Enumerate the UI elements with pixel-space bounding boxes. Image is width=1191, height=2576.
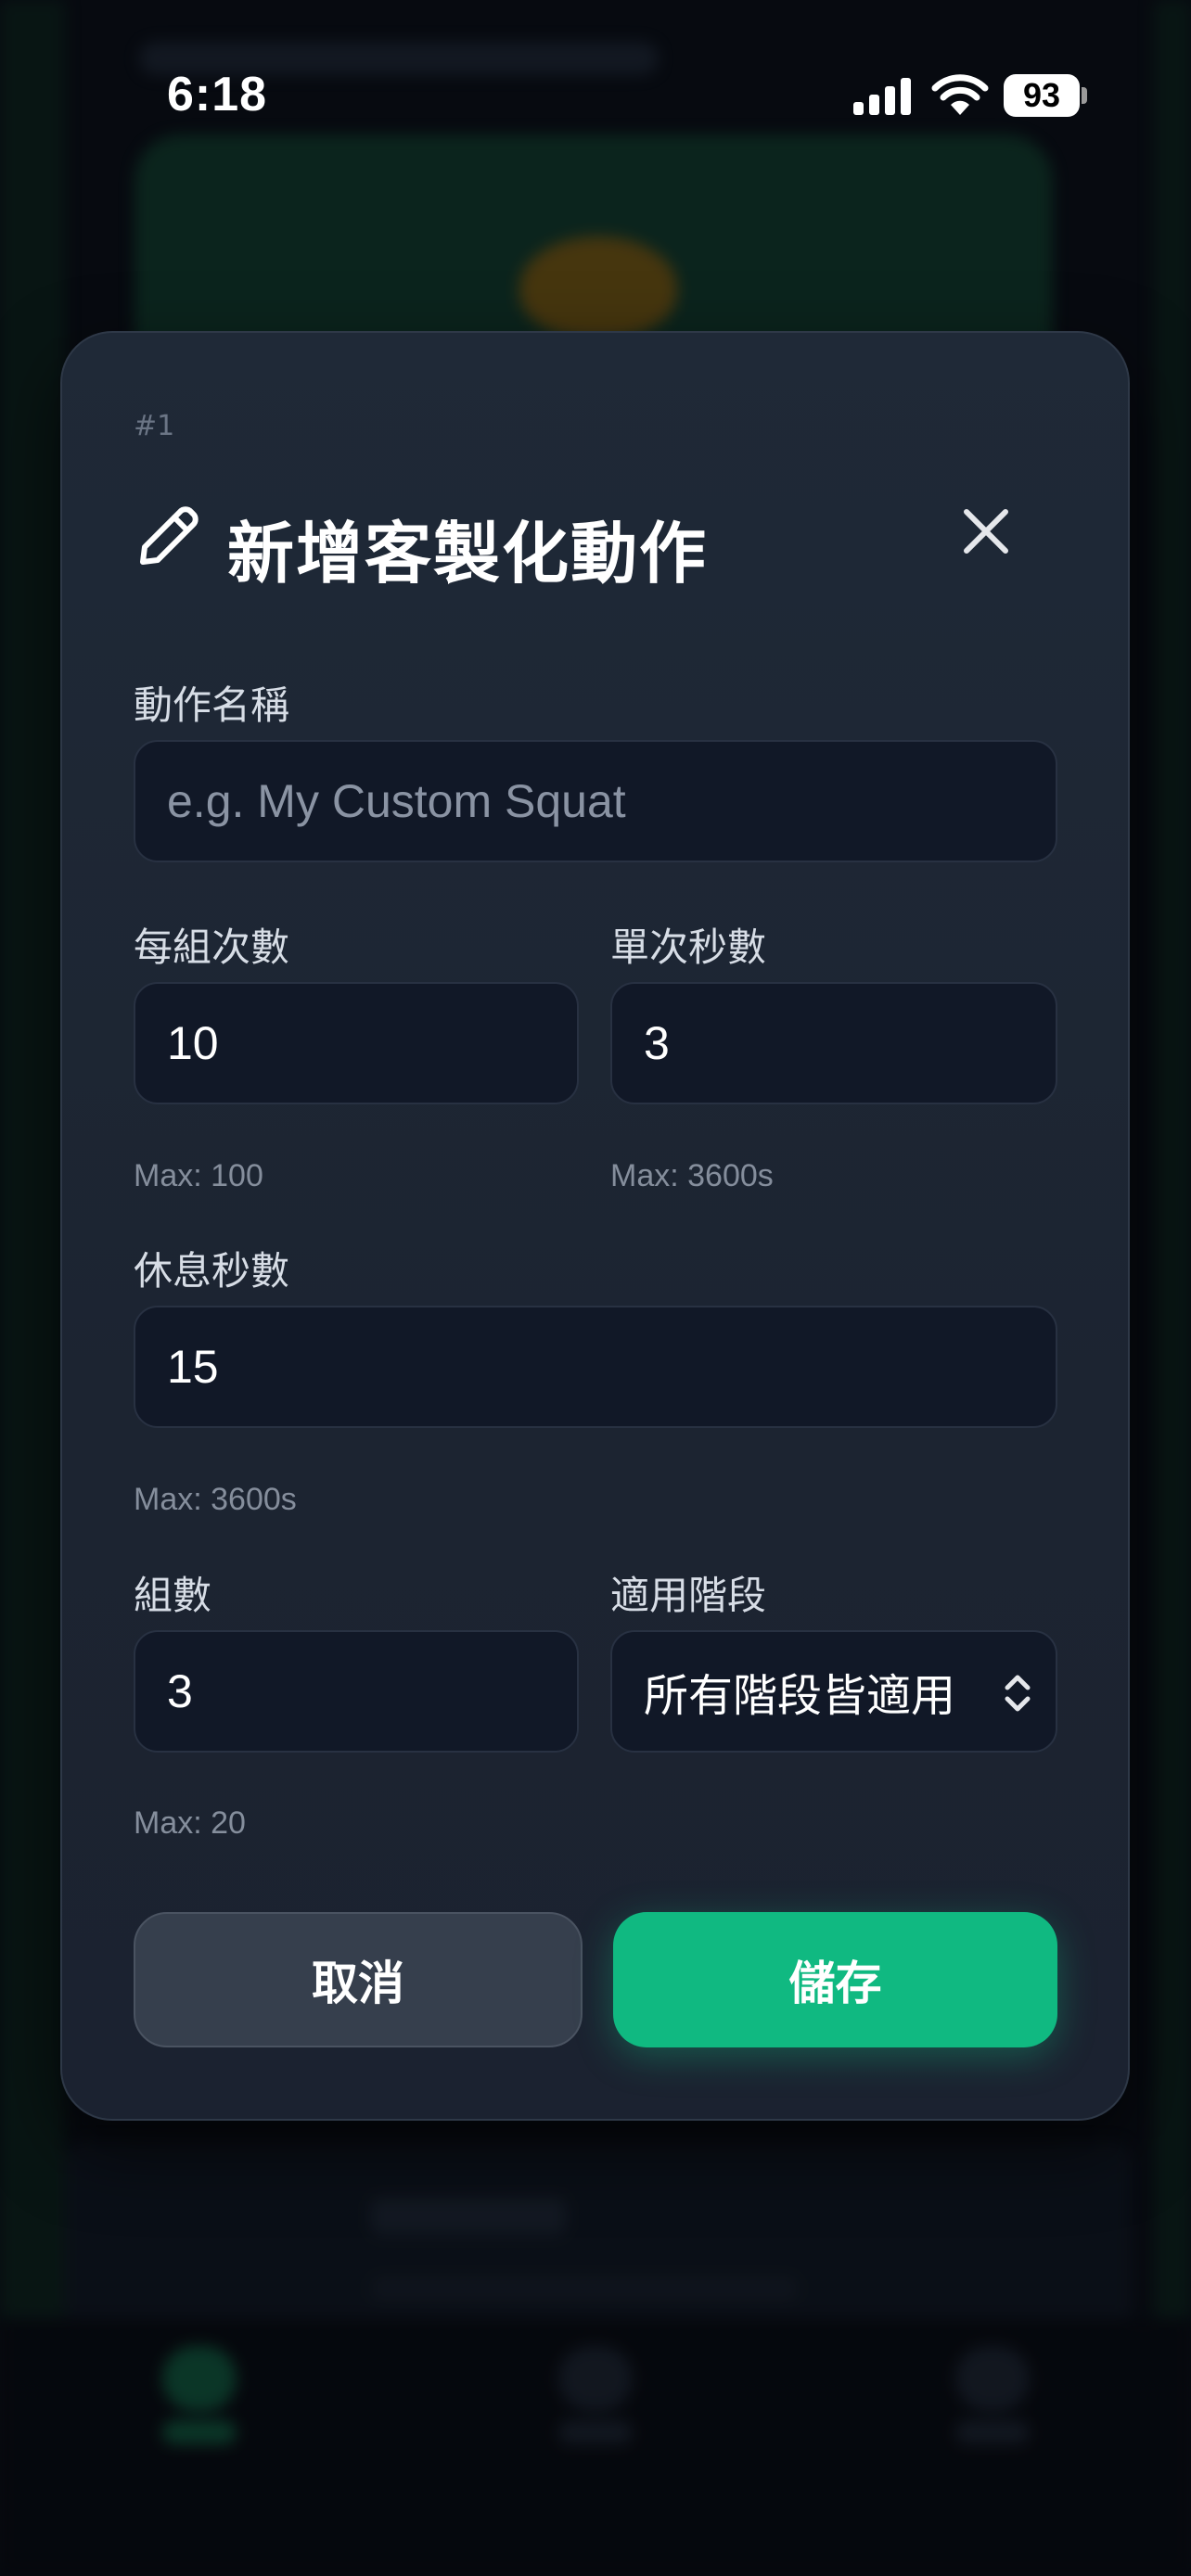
tab-middle-label — [558, 2420, 633, 2444]
battery-icon: 93 — [1004, 74, 1080, 117]
exercise-name-input[interactable]: e.g. My Custom Squat — [134, 740, 1057, 862]
pencil-edit-icon — [140, 506, 198, 565]
cellular-signal-icon — [853, 78, 911, 115]
tab-profile-icon — [955, 2346, 1030, 2411]
applicable-stage-select[interactable]: 所有階段皆適用 — [610, 1630, 1057, 1753]
battery-tip — [1082, 87, 1087, 104]
save-button[interactable]: 儲存 — [613, 1912, 1057, 2047]
modal-index: #1 — [134, 410, 175, 442]
background-card-title — [371, 2198, 566, 2235]
custom-exercise-modal — [60, 331, 1130, 2121]
reps-max-hint: Max: 100 — [134, 1158, 263, 1193]
chevron-up-down-icon — [1005, 1675, 1031, 1712]
seconds-per-rep-input[interactable]: 3 — [610, 982, 1057, 1104]
reps-per-set-label: 每組次數 — [134, 925, 290, 970]
status-time: 6:18 — [167, 68, 268, 121]
applicable-stage-value: 所有階段皆適用 — [644, 1670, 956, 1722]
tab-middle-icon — [558, 2346, 633, 2411]
close-icon[interactable] — [955, 501, 1017, 562]
tab-home-icon — [162, 2346, 237, 2411]
tab-profile-label — [955, 2420, 1030, 2444]
background-edge — [0, 0, 65, 2576]
status-bar: 6:18 93 — [0, 0, 1191, 185]
applicable-stage-label: 適用階段 — [610, 1573, 767, 1618]
cancel-button[interactable]: 取消 — [134, 1912, 583, 2047]
sets-input[interactable]: 3 — [134, 1630, 579, 1753]
modal-title: 新增客製化動作 — [227, 515, 709, 593]
save-button-label: 儲存 — [788, 1957, 882, 2010]
background-tab-bar — [0, 2318, 1191, 2576]
trophy-icon — [519, 236, 677, 338]
background-card-subtitle — [371, 2276, 798, 2301]
wifi-icon — [931, 74, 989, 115]
seconds-per-rep-label: 單次秒數 — [610, 925, 767, 970]
seconds-max-hint: Max: 3600s — [610, 1158, 774, 1193]
rest-seconds-label: 休息秒數 — [134, 1248, 290, 1294]
sets-max-hint: Max: 20 — [134, 1805, 246, 1841]
exercise-name-label: 動作名稱 — [134, 682, 290, 728]
rest-max-hint: Max: 3600s — [134, 1482, 297, 1517]
reps-per-set-input[interactable]: 10 — [134, 982, 579, 1104]
rest-seconds-input[interactable]: 15 — [134, 1306, 1057, 1428]
battery-level: 93 — [1022, 76, 1061, 114]
background-edge — [1154, 0, 1191, 2576]
cancel-button-label: 取消 — [312, 1957, 404, 2010]
sets-label: 組數 — [134, 1573, 212, 1618]
tab-home-label — [162, 2420, 237, 2444]
